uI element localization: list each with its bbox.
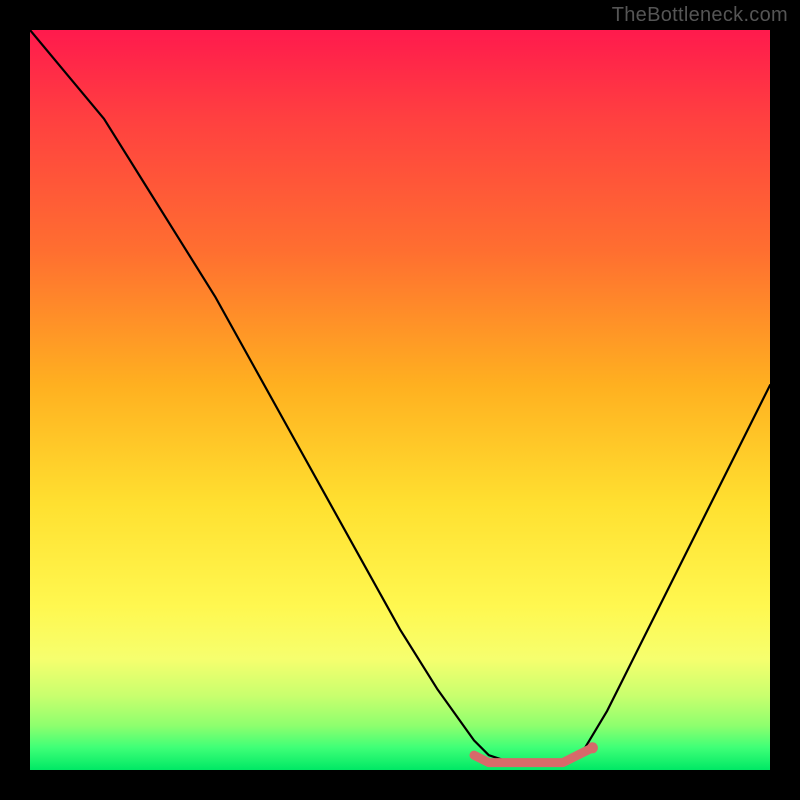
sweet-spot-end-dot: [587, 742, 598, 753]
chart-svg: [30, 30, 770, 770]
chart-frame: TheBottleneck.com: [0, 0, 800, 800]
watermark-text: TheBottleneck.com: [612, 4, 788, 27]
plot-area: [30, 30, 770, 770]
bottleneck-curve-path: [30, 30, 770, 763]
